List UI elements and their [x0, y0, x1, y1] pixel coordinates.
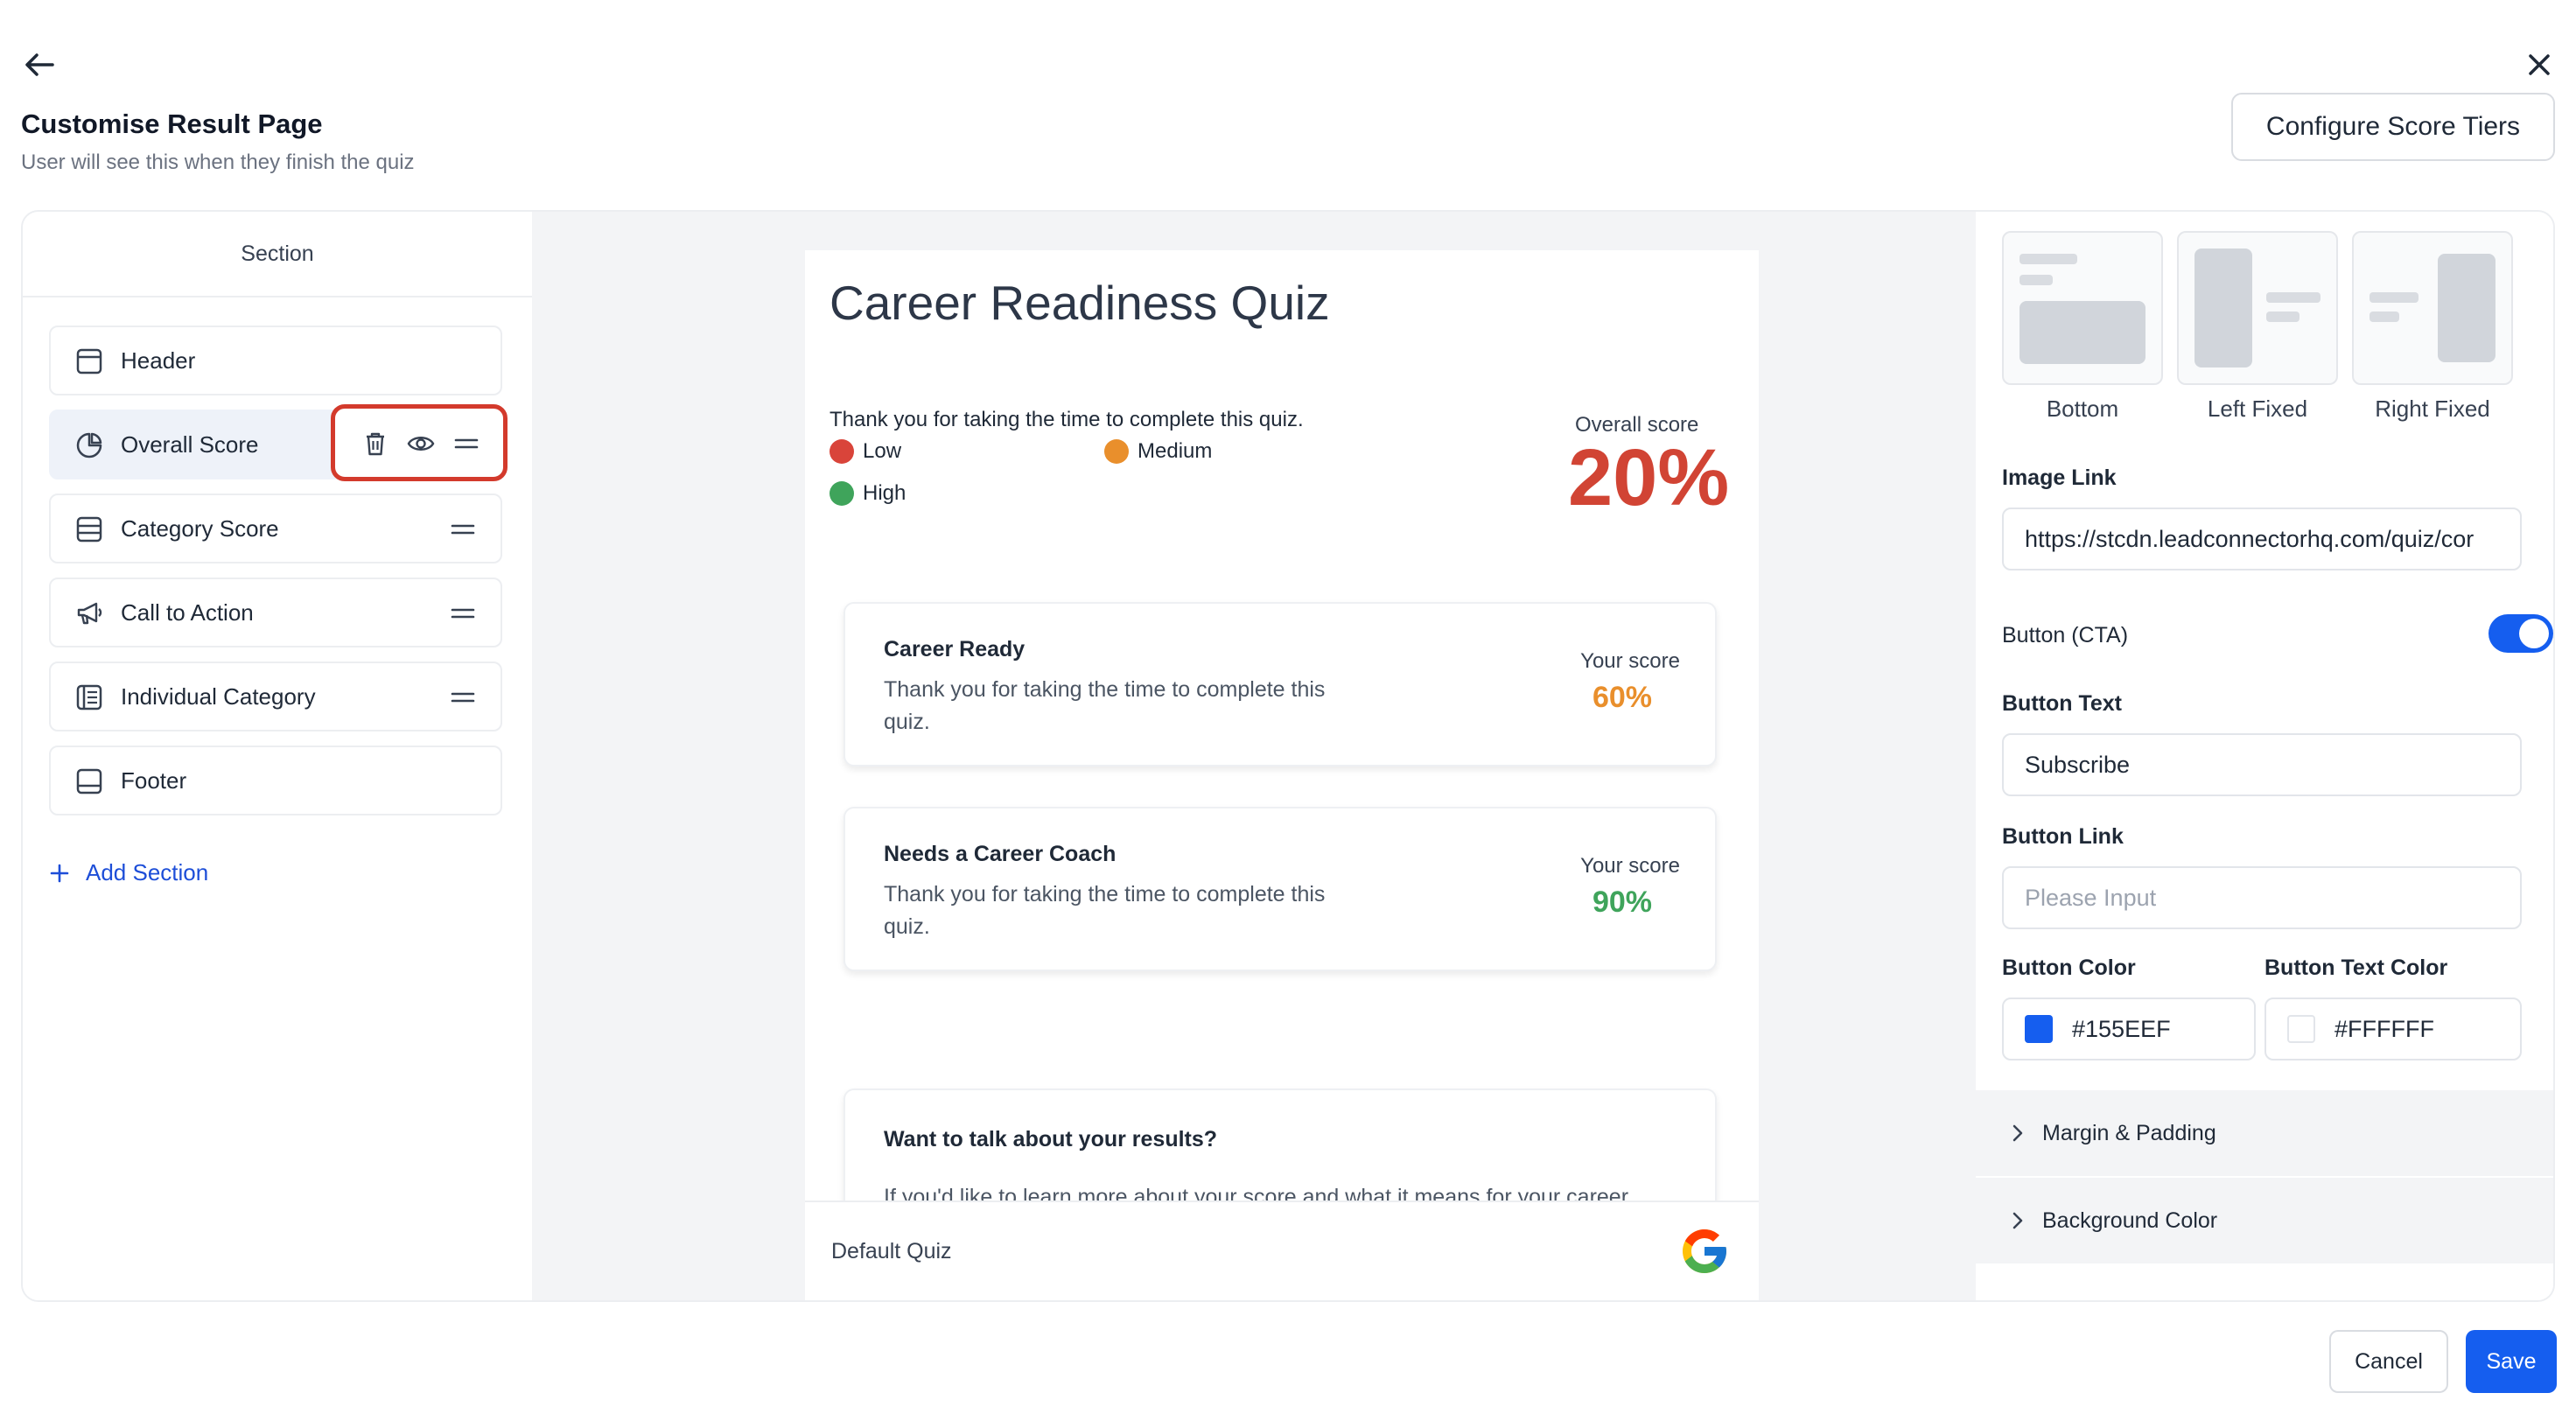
editor-frame: Section Header Overall Score Category Sc…: [21, 210, 2555, 1302]
back-arrow-icon[interactable]: [18, 42, 63, 88]
button-cta-toggle[interactable]: [2488, 614, 2553, 653]
toggle-knob: [2519, 619, 2549, 648]
image-link-label: Image Link: [2002, 466, 2117, 490]
button-color-value: #155EEF: [2072, 1015, 2171, 1042]
legend-label: High: [863, 481, 906, 505]
preview-pane: Career Readiness Quiz Thank you for taki…: [532, 212, 1976, 1300]
layout-label-right-fixed: Right Fixed: [2375, 396, 2490, 422]
section-item-label: Call to Action: [121, 598, 254, 626]
button-cta-label: Button (CTA): [2002, 623, 2129, 648]
category-score-label: Your score: [1580, 649, 1680, 673]
footer-text: Default Quiz: [831, 1239, 952, 1264]
list-layout-icon: [75, 515, 103, 543]
quiz-title: Career Readiness Quiz: [830, 276, 1330, 330]
layout-label-bottom: Bottom: [2046, 396, 2119, 422]
chevron-right-icon: [2012, 1212, 2023, 1229]
section-item-label: Overall Score: [121, 430, 259, 458]
legend-item-medium: Medium: [1104, 439, 1212, 464]
button-text-label: Button Text: [2002, 691, 2123, 716]
legend-dot: [830, 481, 854, 506]
layout-option-right-fixed[interactable]: [2352, 231, 2513, 385]
drag-handle-icon[interactable]: [450, 684, 476, 710]
section-actions-group: [331, 404, 508, 481]
legend-item-high: High: [830, 481, 906, 506]
drag-handle-icon[interactable]: [450, 600, 476, 626]
background-color-accordion[interactable]: Background Color: [1976, 1178, 2553, 1264]
section-item-label: Category Score: [121, 514, 279, 542]
trash-icon[interactable]: [361, 430, 389, 458]
color-swatch: [2287, 1015, 2315, 1043]
overall-score-value: 20%: [1568, 433, 1730, 522]
drag-handle-icon[interactable]: [452, 430, 480, 458]
category-score-label: Your score: [1580, 854, 1680, 878]
pie-chart-icon: [75, 431, 103, 459]
chevron-right-icon: [2012, 1124, 2023, 1142]
button-text-input[interactable]: Subscribe: [2002, 733, 2522, 796]
sections-heading: Section: [23, 212, 532, 298]
footer-layout-icon: [75, 767, 103, 795]
category-card: Needs a Career Coach Thank you for takin…: [844, 807, 1717, 971]
megaphone-icon: [75, 599, 103, 627]
section-item-call-to-action[interactable]: Call to Action: [49, 578, 502, 648]
image-link-input[interactable]: https://stcdn.leadconnectorhq.com/quiz/c…: [2002, 508, 2522, 570]
category-description: Thank you for taking the time to complet…: [884, 677, 1326, 734]
legend-label: Low: [863, 439, 902, 463]
thanks-text: Thank you for taking the time to complet…: [830, 408, 1304, 431]
google-logo-icon: [1678, 1225, 1731, 1278]
button-link-input[interactable]: Please Input: [2002, 866, 2522, 929]
button-text-color-picker[interactable]: #FFFFFF: [2264, 998, 2522, 1060]
plus-icon: [50, 864, 69, 882]
button-text-color-label: Button Text Color: [2264, 956, 2448, 980]
accordion-label: Background Color: [2042, 1208, 2218, 1233]
section-item-individual-category[interactable]: Individual Category: [49, 662, 502, 732]
section-item-header[interactable]: Header: [49, 326, 502, 396]
button-link-label: Button Link: [2002, 824, 2124, 849]
layout-option-left-fixed[interactable]: [2177, 231, 2338, 385]
color-swatch: [2025, 1015, 2053, 1043]
cta-title: Want to talk about your results?: [884, 1127, 1218, 1152]
preview-footer: Default Quiz: [805, 1200, 1759, 1300]
legend-label: Medium: [1138, 439, 1213, 463]
drag-handle-icon[interactable]: [450, 516, 476, 542]
result-page-preview: Career Readiness Quiz Thank you for taki…: [805, 250, 1759, 1300]
configure-score-tiers-button[interactable]: Configure Score Tiers: [2231, 93, 2555, 161]
legend-dot: [1104, 439, 1129, 464]
category-card: Career Ready Thank you for taking the ti…: [844, 602, 1717, 766]
category-score-value: 60%: [1592, 681, 1652, 714]
settings-panel: Bottom Left Fixed Right Fixed Image Link…: [1976, 212, 2553, 1300]
layout-option-bottom[interactable]: [2002, 231, 2163, 385]
eye-icon[interactable]: [407, 430, 435, 458]
category-layout-icon: [75, 683, 103, 711]
save-button[interactable]: Save: [2466, 1330, 2557, 1393]
section-item-label: Individual Category: [121, 682, 316, 710]
category-description: Thank you for taking the time to complet…: [884, 882, 1326, 939]
add-section-label: Add Section: [86, 859, 209, 886]
layout-label-left-fixed: Left Fixed: [2207, 396, 2308, 422]
section-item-label: Header: [121, 346, 196, 374]
cancel-button[interactable]: Cancel: [2329, 1330, 2448, 1393]
category-score-value: 90%: [1592, 886, 1652, 919]
section-item-footer[interactable]: Footer: [49, 746, 502, 816]
legend-item-low: Low: [830, 439, 901, 464]
category-name: Needs a Career Coach: [884, 842, 1116, 866]
margin-padding-accordion[interactable]: Margin & Padding: [1976, 1090, 2553, 1176]
section-item-label: Footer: [121, 766, 187, 794]
add-section-button[interactable]: Add Section: [49, 859, 208, 886]
sections-panel: Section Header Overall Score Category Sc…: [23, 212, 532, 1300]
button-color-label: Button Color: [2002, 956, 2136, 980]
header-layout-icon: [75, 347, 103, 375]
page-title: Customise Result Page: [21, 108, 323, 139]
legend-dot: [830, 439, 854, 464]
page-subtitle: User will see this when they finish the …: [21, 150, 415, 174]
button-text-color-value: #FFFFFF: [2334, 1015, 2434, 1042]
category-name: Career Ready: [884, 637, 1026, 662]
button-color-picker[interactable]: #155EEF: [2002, 998, 2256, 1060]
close-icon[interactable]: [2516, 42, 2562, 88]
section-item-category-score[interactable]: Category Score: [49, 494, 502, 564]
accordion-label: Margin & Padding: [2042, 1120, 2216, 1145]
